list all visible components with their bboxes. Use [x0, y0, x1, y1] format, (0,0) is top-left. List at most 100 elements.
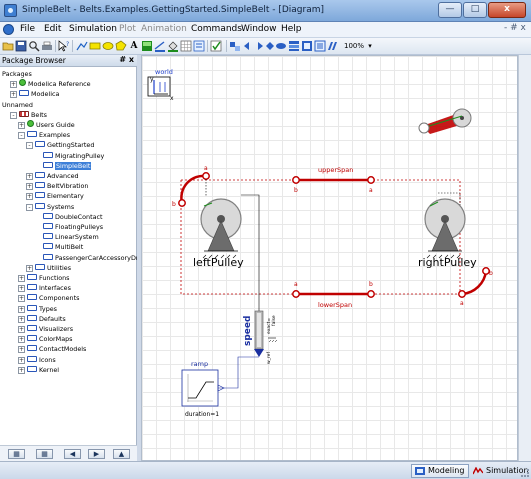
collapse-icon[interactable]: - — [26, 142, 33, 150]
expand-icon[interactable]: + — [18, 122, 25, 129]
check-icon[interactable] — [210, 40, 222, 52]
expand-icon[interactable]: + — [18, 315, 25, 323]
bitmap-tool-icon[interactable] — [141, 40, 153, 52]
help-pointer-icon[interactable]: ? — [58, 40, 70, 52]
ramp-component[interactable]: ramp duration=1 — [181, 356, 259, 418]
tree-item[interactable]: + Modelica — [10, 89, 59, 99]
tree-item[interactable]: + Icons — [18, 355, 56, 365]
tree-item[interactable]: MigratingPulley — [34, 151, 104, 161]
search-icon[interactable] — [28, 40, 40, 52]
upper-span-component[interactable]: upperSpan b a — [292, 166, 375, 194]
tree-item[interactable]: + BeltVibration — [26, 181, 88, 191]
tree-item[interactable]: + Types — [18, 304, 57, 314]
rectangle-tool-icon[interactable] — [89, 40, 101, 52]
tree-item[interactable]: + Defaults — [18, 314, 66, 324]
diagram-canvas[interactable]: y x world upperSpan b a lowerSpan a b b … — [141, 55, 518, 461]
mdi-controls[interactable]: - # x — [504, 23, 526, 33]
tree-view-button[interactable]: ▦ — [36, 449, 53, 459]
library-icon[interactable] — [327, 40, 339, 52]
right-pulley-component[interactable]: b a rightPulley — [418, 192, 493, 307]
tree-item[interactable]: - Systems — [26, 202, 74, 212]
collapse-icon[interactable]: - — [10, 111, 17, 119]
expand-icon[interactable]: + — [26, 183, 33, 191]
tree-item[interactable]: + Kernel — [18, 365, 59, 375]
expand-icon[interactable]: + — [18, 295, 25, 303]
connect-mode-icon[interactable] — [229, 40, 241, 52]
menu-commands[interactable]: Commands — [191, 24, 242, 34]
menu-simulation[interactable]: Simulation — [69, 24, 117, 34]
tree-item[interactable]: + Visualizers — [18, 324, 73, 334]
resize-grip[interactable] — [521, 469, 529, 477]
expand-icon[interactable]: + — [18, 326, 25, 333]
speed-component[interactable]: speed exact= false w_ref — [243, 310, 278, 364]
tree-item[interactable]: - Belts — [10, 110, 47, 120]
tree-item[interactable]: FloatingPulleys — [34, 222, 103, 232]
canvas-vertical-scrollbar[interactable] — [518, 55, 531, 461]
tree-item[interactable]: + Elementary — [26, 191, 84, 201]
left-pulley-component[interactable]: b a leftPulley — [172, 165, 244, 269]
tree-item[interactable]: PassengerCarAccessoryDrive — [34, 253, 137, 263]
menu-edit[interactable]: Edit — [44, 24, 61, 34]
zoom-level[interactable]: 100% — [342, 40, 366, 52]
diagram-layer-icon[interactable] — [193, 40, 205, 52]
tree-item[interactable]: + Components — [18, 293, 79, 303]
up-button[interactable]: ▲ — [113, 449, 130, 459]
tree-item[interactable]: + ContactModels — [18, 344, 86, 354]
back-button[interactable]: ◀ — [64, 449, 81, 459]
modeling-tab[interactable]: Modeling — [411, 464, 470, 478]
print-icon[interactable] — [41, 40, 53, 52]
lower-span-component[interactable]: lowerSpan a b — [292, 281, 375, 309]
minimize-button[interactable]: — — [438, 2, 462, 18]
close-button[interactable]: x — [488, 2, 526, 18]
expand-icon[interactable]: + — [18, 336, 25, 344]
expand-icon[interactable]: + — [18, 305, 25, 313]
tree-item[interactable]: + ColorMaps — [18, 334, 73, 344]
menu-animation[interactable]: Animation — [141, 24, 187, 34]
world-component[interactable]: y x world — [147, 68, 174, 102]
tree-item[interactable]: LinearSystem — [34, 232, 99, 242]
tree-item[interactable]: Unnamed — [2, 100, 33, 110]
package-browser-controls[interactable]: # x — [119, 55, 134, 64]
expand-icon[interactable]: + — [18, 356, 25, 364]
expand-icon[interactable]: + — [10, 81, 17, 89]
tree-item[interactable]: + Interfaces — [18, 283, 71, 293]
line-tool-icon[interactable] — [76, 40, 88, 52]
align-icon[interactable] — [288, 40, 300, 52]
forward-button[interactable]: ▶ — [88, 449, 105, 459]
grid-view-button[interactable]: ▦ — [8, 449, 25, 459]
menu-window[interactable]: Window — [241, 24, 277, 34]
tree-item[interactable]: + Functions — [18, 273, 70, 283]
save-icon[interactable] — [15, 40, 27, 52]
menu-help[interactable]: Help — [281, 24, 302, 34]
expand-icon[interactable]: + — [10, 91, 17, 99]
text-tool-button[interactable]: A — [128, 40, 140, 52]
menu-file[interactable]: File — [20, 24, 35, 34]
polygon-tool-icon[interactable] — [115, 40, 127, 52]
tree-item[interactable]: + Advanced — [26, 171, 79, 181]
zoom-dropdown-icon[interactable]: ▾ — [364, 40, 376, 52]
tree-item[interactable]: - GettingStarted — [26, 140, 94, 150]
collapse-icon[interactable]: - — [26, 203, 33, 211]
tree-item[interactable]: + Users Guide — [18, 120, 75, 130]
tree-item[interactable]: + Utilities — [26, 263, 71, 273]
expand-icon[interactable]: + — [26, 264, 33, 272]
line-color-icon[interactable] — [154, 40, 166, 52]
tree-item[interactable]: MultiBelt — [34, 242, 83, 252]
expand-icon[interactable]: + — [18, 346, 25, 354]
ellipse-tool-icon[interactable] — [102, 40, 114, 52]
flip-icon[interactable] — [275, 40, 287, 52]
tree-item[interactable]: Packages — [2, 69, 32, 79]
tree-item[interactable]: - Examples — [18, 130, 70, 140]
collapse-icon[interactable]: - — [18, 132, 25, 140]
open-folder-icon[interactable] — [2, 40, 14, 52]
expand-icon[interactable]: + — [26, 193, 33, 201]
maximize-button[interactable]: □ — [463, 2, 487, 18]
expand-icon[interactable]: + — [18, 366, 25, 374]
expand-icon[interactable]: + — [18, 285, 25, 293]
tree-item[interactable]: SimpleBelt — [34, 161, 92, 171]
properties-icon[interactable] — [314, 40, 326, 52]
tree-item[interactable]: + Modelica Reference — [10, 79, 91, 89]
order-icon[interactable] — [301, 40, 313, 52]
menu-plot[interactable]: Plot — [119, 24, 136, 34]
grid-toggle-icon[interactable] — [180, 40, 192, 52]
